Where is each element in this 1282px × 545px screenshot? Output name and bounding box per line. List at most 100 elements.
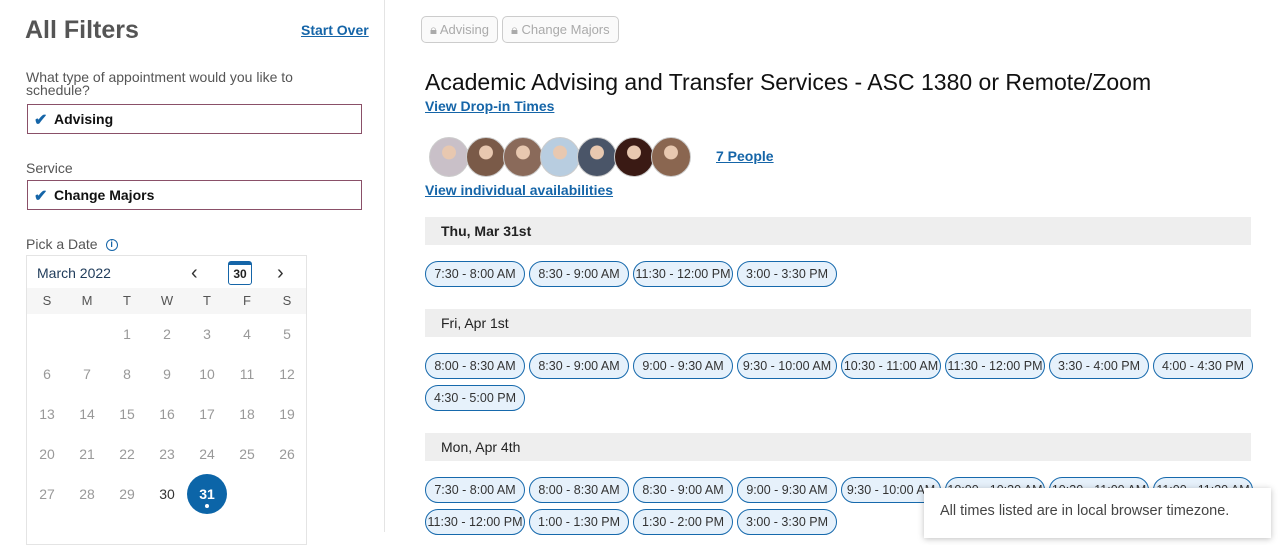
time-slot-button[interactable]: 11:30 - 12:00 PM <box>633 261 733 287</box>
time-slots: 7:30 - 8:00 AM 8:30 - 9:00 AM 11:30 - 12:0… <box>425 261 1255 287</box>
time-slot-button[interactable]: 8:30 - 9:00 AM <box>633 477 733 503</box>
time-slot-button[interactable]: 8:30 - 9:00 AM <box>529 261 629 287</box>
weekday-label: T <box>123 293 131 308</box>
calendar-day: 1 <box>123 326 131 342</box>
weekday-label: M <box>81 293 93 308</box>
calendar-day: 8 <box>123 366 131 382</box>
avatar[interactable] <box>540 137 580 177</box>
avatar[interactable] <box>466 137 506 177</box>
calendar-day: 28 <box>79 486 95 502</box>
prev-month-button[interactable]: ‹ <box>191 262 198 285</box>
weekday-label: W <box>160 293 174 308</box>
check-icon: ✔ <box>34 112 48 129</box>
calendar-day: 25 <box>239 446 255 462</box>
people-link[interactable]: 7 People <box>716 148 774 164</box>
calendar-day: 23 <box>159 446 175 462</box>
service-label: Service <box>26 160 73 176</box>
service-select[interactable]: ✔ Change Majors <box>27 180 362 210</box>
calendar-day: 17 <box>199 406 215 422</box>
weekday-label: T <box>203 293 211 308</box>
filter-chip: 🔒︎ Change Majors <box>501 16 619 43</box>
chip-label: Advising <box>439 22 489 37</box>
calendar-empty <box>227 474 267 514</box>
day-header: Mon, Apr 4th <box>425 433 1251 461</box>
selected-day-label: 31 <box>199 486 215 502</box>
avatar[interactable] <box>503 137 543 177</box>
calendar-day: 12 <box>279 366 295 382</box>
date-label: Pick a Date i <box>26 236 118 252</box>
time-slot-button[interactable]: 3:00 - 3:30 PM <box>737 509 837 535</box>
weekday-header: SMTWTFS <box>27 288 306 314</box>
avatar[interactable] <box>614 137 654 177</box>
filter-chip: 🔒︎ Advising <box>421 16 498 43</box>
calendar-day: 4 <box>243 326 251 342</box>
calendar-day: 9 <box>163 366 171 382</box>
calendar-day[interactable]: 30 <box>147 474 187 514</box>
time-slot-button[interactable]: 1:00 - 1:30 PM <box>529 509 629 535</box>
info-icon[interactable]: i <box>105 239 118 252</box>
calendar-day: 15 <box>119 406 135 422</box>
check-icon: ✔ <box>34 188 48 205</box>
page-title: Academic Advising and Transfer Services … <box>425 69 1152 95</box>
calendar-day: 20 <box>39 446 55 462</box>
time-slot-button[interactable]: 9:00 - 9:30 AM <box>633 353 733 379</box>
next-month-button[interactable]: › <box>277 262 284 285</box>
time-slot-button[interactable]: 8:00 - 8:30 AM <box>529 477 629 503</box>
time-slot-button[interactable]: 8:00 - 8:30 AM <box>425 353 525 379</box>
calendar-month: March 2022 <box>37 265 111 281</box>
calendar-empty <box>27 314 67 354</box>
service-value: Change Majors <box>54 187 155 203</box>
calendar-day: 26 <box>279 446 295 462</box>
time-slot-button[interactable]: 3:00 - 3:30 PM <box>737 261 837 287</box>
calendar-day: 11 <box>239 366 255 382</box>
time-slots: 8:00 - 8:30 AM 8:30 - 9:00 AM 9:00 - 9:30 … <box>425 353 1255 411</box>
timezone-tooltip: All times listed are in local browser ti… <box>924 488 1271 538</box>
calendar-day: 27 <box>39 486 55 502</box>
time-slot-button[interactable]: 11:30 - 12:00 PM <box>425 509 525 535</box>
calendar-day: 14 <box>79 406 95 422</box>
calendar-day: 13 <box>39 406 55 422</box>
calendar-day: 7 <box>83 366 91 382</box>
calendar-day: 10 <box>199 366 215 382</box>
time-slot-button[interactable]: 9:30 - 10:00 AM <box>737 353 837 379</box>
calendar-day: 6 <box>43 366 51 382</box>
calendar-day[interactable]: 31 <box>187 474 227 514</box>
avatar[interactable] <box>577 137 617 177</box>
calendar-day: 19 <box>279 406 295 422</box>
filters-panel: All Filters Start Over What type of appo… <box>0 0 385 545</box>
calendar-grid: 1 2 3 4 5 6 7 8 9 10 11 12 13 14 15 16 17 18 19 20 21 22 23 24 2… <box>27 314 306 514</box>
day-header: Thu, Mar 31st <box>425 217 1251 245</box>
calendar-empty <box>267 474 307 514</box>
chip-label: Change Majors <box>521 22 610 37</box>
today-button[interactable]: 30 <box>228 261 252 285</box>
time-slot-button[interactable]: 4:00 - 4:30 PM <box>1153 353 1253 379</box>
individual-availabilities-link[interactable]: View individual availabilities <box>425 182 613 198</box>
time-slot-button[interactable]: 10:30 - 11:00 AM <box>841 353 941 379</box>
calendar: March 2022 ‹ 30 › SMTWTFS 1 2 3 4 5 6 7 8 9 10 11 1… <box>26 255 307 545</box>
calendar-day: 18 <box>239 406 255 422</box>
weekday-label: S <box>282 293 292 308</box>
time-slot-button[interactable]: 7:30 - 8:00 AM <box>425 261 525 287</box>
drop-in-times-link[interactable]: View Drop-in Times <box>425 98 554 114</box>
avatar[interactable] <box>429 137 469 177</box>
filters-title: All Filters <box>25 16 139 44</box>
time-slot-button[interactable]: 11:30 - 12:00 PM <box>945 353 1045 379</box>
staff-avatars <box>429 137 691 177</box>
avatar[interactable] <box>651 137 691 177</box>
time-slot-button[interactable]: 7:30 - 8:00 AM <box>425 477 525 503</box>
lock-icon: 🔒︎ <box>430 22 440 37</box>
date-label-text: Pick a Date <box>26 236 98 252</box>
appointment-type-select[interactable]: ✔ Advising <box>27 104 362 134</box>
time-slot-button[interactable]: 9:00 - 9:30 AM <box>737 477 837 503</box>
time-slot-button[interactable]: 4:30 - 5:00 PM <box>425 385 525 411</box>
calendar-day: 22 <box>119 446 135 462</box>
start-over-link[interactable]: Start Over <box>301 22 369 38</box>
filter-chips: 🔒︎ Advising 🔒︎ Change Majors <box>421 16 619 43</box>
weekday-label: S <box>42 293 52 308</box>
time-slot-button[interactable]: 3:30 - 4:00 PM <box>1049 353 1149 379</box>
time-slot-button[interactable]: 8:30 - 9:00 AM <box>529 353 629 379</box>
calendar-day: 16 <box>159 406 175 422</box>
time-slot-button[interactable]: 1:30 - 2:00 PM <box>633 509 733 535</box>
calendar-day: 29 <box>119 486 135 502</box>
calendar-day: 24 <box>199 446 215 462</box>
